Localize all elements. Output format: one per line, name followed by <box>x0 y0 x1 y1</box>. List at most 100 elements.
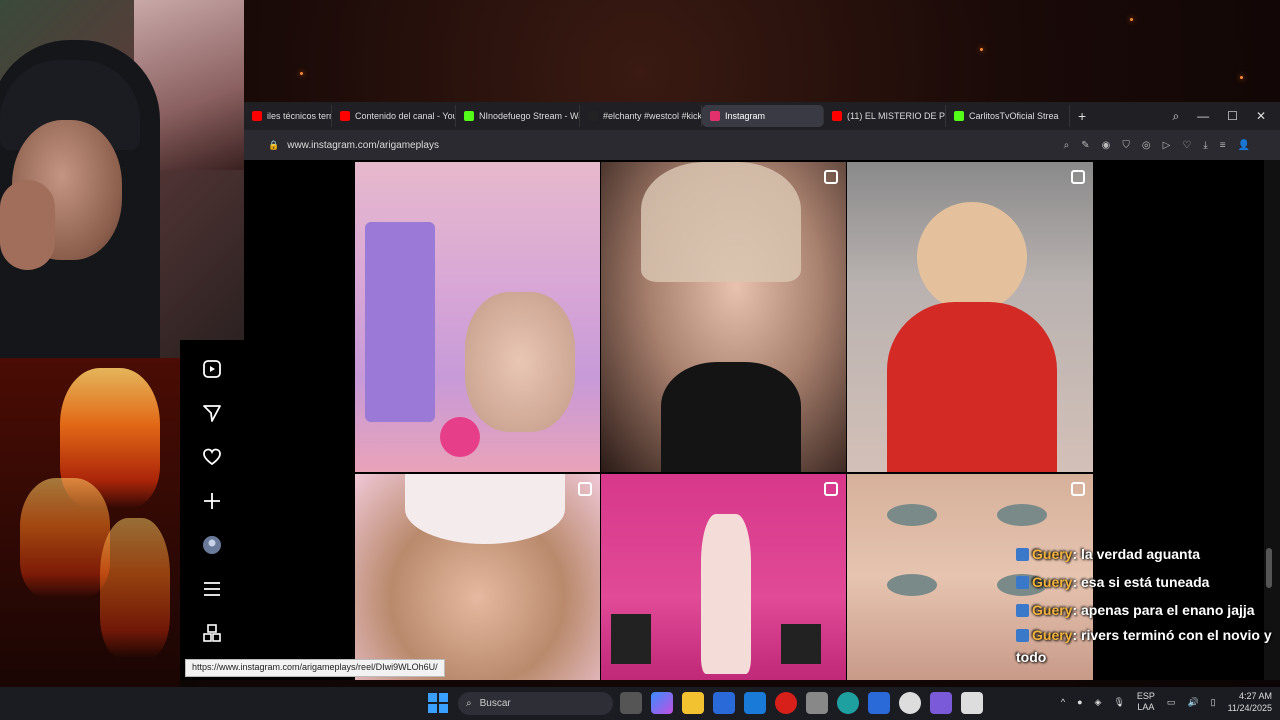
reel-icon <box>1071 170 1085 184</box>
file-explorer-icon[interactable] <box>682 692 704 714</box>
search-icon: ⌕ <box>466 698 472 709</box>
mic-icon[interactable]: 🎙 <box>1113 697 1124 708</box>
lock-icon[interactable]: 🔒 <box>268 140 279 151</box>
browser-tab[interactable]: CarlitosTvOficial Strea <box>946 105 1070 127</box>
window-controls: ⌕ — ☐ ✕ <box>1172 109 1280 124</box>
browser-tab[interactable]: NInodefuego Stream - Wa <box>456 105 580 127</box>
post-thumbnail[interactable] <box>355 162 600 472</box>
kick-icon <box>954 111 964 121</box>
app-icon[interactable] <box>868 692 890 714</box>
edge-icon[interactable] <box>837 692 859 714</box>
browser-tab[interactable]: #elchanty #westcol #kick <box>580 105 702 127</box>
fire-overlay <box>0 358 180 688</box>
search-placeholder: Buscar <box>479 698 511 709</box>
shield-icon[interactable]: ⛉ <box>1122 140 1130 151</box>
zoom-icon[interactable]: ⌕ <box>1064 140 1070 151</box>
profile-avatar-icon[interactable] <box>201 534 223 556</box>
toolbar-icons: ⌕ ✎ ◉ ⛉ ◎ ▷ ♡ ⤓ ≡ 👤 <box>1064 140 1280 151</box>
taskbar-apps <box>620 692 983 714</box>
copilot-icon[interactable] <box>651 692 673 714</box>
monitor-icon[interactable]: ▭ <box>1167 697 1176 708</box>
play-icon[interactable]: ▷ <box>1163 140 1171 151</box>
system-tray: ^ ● ◈ 🎙 ESP LAA ▭ 🔊 ▯ 4:27 AM 11/24/2025 <box>1061 690 1272 714</box>
heart-icon[interactable]: ♡ <box>1182 140 1191 151</box>
more-menu-icon[interactable] <box>201 578 223 600</box>
notifications-heart-icon[interactable] <box>201 446 223 468</box>
flame <box>100 518 170 658</box>
task-view-icon[interactable] <box>620 692 642 714</box>
ember <box>300 72 303 75</box>
tray-app-icon[interactable]: ● <box>1077 697 1082 707</box>
reel-icon <box>824 170 838 184</box>
taskbar-search[interactable]: ⌕ Buscar <box>458 692 613 715</box>
browser-tab[interactable]: Contenido del canal - You <box>332 105 456 127</box>
chat-message: Guery: rivers terminó con el novio y tod… <box>1016 627 1272 665</box>
app-icon[interactable] <box>930 692 952 714</box>
windows-start-icon[interactable] <box>428 693 448 713</box>
reel-thumbnail[interactable] <box>847 162 1093 472</box>
tray-app-icon[interactable]: ◈ <box>1095 697 1102 708</box>
browser-tab[interactable]: (11) EL MISTERIO DE PILLA <box>824 105 946 127</box>
app-icon[interactable] <box>961 692 983 714</box>
ember <box>980 48 983 51</box>
profile-post-grid <box>355 162 1093 680</box>
volume-icon[interactable]: 🔊 <box>1187 697 1198 708</box>
tab-favicon-icon <box>252 111 262 121</box>
youtube-icon <box>832 111 842 121</box>
search-tabs-icon[interactable]: ⌕ <box>1172 109 1179 124</box>
url-field[interactable]: www.instagram.com/arigameplays <box>287 140 439 151</box>
camera-icon[interactable]: ◉ <box>1102 140 1111 151</box>
close-icon[interactable]: ✕ <box>1256 109 1266 124</box>
also-from-meta-icon[interactable] <box>201 622 223 644</box>
kick-badge-icon <box>1016 629 1029 642</box>
store-icon[interactable] <box>713 692 735 714</box>
reel-icon <box>824 482 838 496</box>
minimize-icon[interactable]: — <box>1197 109 1209 124</box>
create-plus-icon[interactable] <box>201 490 223 512</box>
edit-icon[interactable]: ✎ <box>1081 140 1089 151</box>
language-indicator[interactable]: ESP LAA <box>1137 691 1155 713</box>
maximize-icon[interactable]: ☐ <box>1227 109 1238 124</box>
browser-tab[interactable]: iles técnicos termisto <box>244 105 332 127</box>
reel-thumbnail[interactable] <box>601 162 846 472</box>
clock[interactable]: 4:27 AM 11/24/2025 <box>1228 690 1272 714</box>
outlook-icon[interactable] <box>744 692 766 714</box>
chevron-up-icon[interactable]: ^ <box>1061 697 1065 707</box>
kick-icon <box>464 111 474 121</box>
reel-thumbnail[interactable] <box>355 474 600 680</box>
browser-tab-bar: iles técnicos termisto Contenido del can… <box>244 102 1280 130</box>
reel-icon <box>1071 482 1085 496</box>
opera-icon[interactable] <box>775 692 797 714</box>
menu-icon[interactable]: ≡ <box>1220 140 1226 151</box>
windows-taskbar: ⌕ Buscar ^ ● ◈ 🎙 ESP LAA ▭ 🔊 ▯ 4:27 AM 1… <box>0 687 1280 720</box>
reel-thumbnail[interactable] <box>601 474 846 680</box>
instagram-icon <box>710 111 720 121</box>
settings-icon[interactable] <box>806 692 828 714</box>
obs-icon[interactable] <box>899 692 921 714</box>
chat-message: Guery: apenas para el enano jajja <box>1016 596 1278 624</box>
youtube-icon <box>340 111 350 121</box>
chat-message: Guery: esa si está tuneada <box>1016 568 1278 596</box>
browser-tab-instagram[interactable]: Instagram <box>702 105 824 127</box>
download-icon[interactable]: ⤓ <box>1203 140 1207 151</box>
ember <box>1240 76 1243 79</box>
hand <box>0 180 55 270</box>
vpn-icon[interactable]: ◎ <box>1142 140 1151 151</box>
kick-badge-icon <box>1016 548 1029 561</box>
profile-icon[interactable]: 👤 <box>1238 140 1250 151</box>
flame <box>20 478 110 598</box>
new-tab-button[interactable]: + <box>1078 108 1086 124</box>
stream-chat-overlay: Guery: la verdad aguanta Guery: esa si e… <box>1016 540 1278 668</box>
reel-icon <box>578 482 592 496</box>
kick-badge-icon <box>1016 576 1029 589</box>
webcam-overlay <box>0 0 244 358</box>
instagram-sidebar <box>180 340 244 680</box>
reels-icon[interactable] <box>201 358 223 380</box>
kick-badge-icon <box>1016 604 1029 617</box>
battery-icon[interactable]: ▯ <box>1211 697 1216 708</box>
screen: iles técnicos termisto Contenido del can… <box>0 0 1280 720</box>
address-bar: 🔒 www.instagram.com/arigameplays ⌕ ✎ ◉ ⛉… <box>244 130 1280 160</box>
ember <box>1130 18 1133 21</box>
messages-icon[interactable] <box>201 402 223 424</box>
link-status-tooltip: https://www.instagram.com/arigameplays/r… <box>185 659 445 677</box>
